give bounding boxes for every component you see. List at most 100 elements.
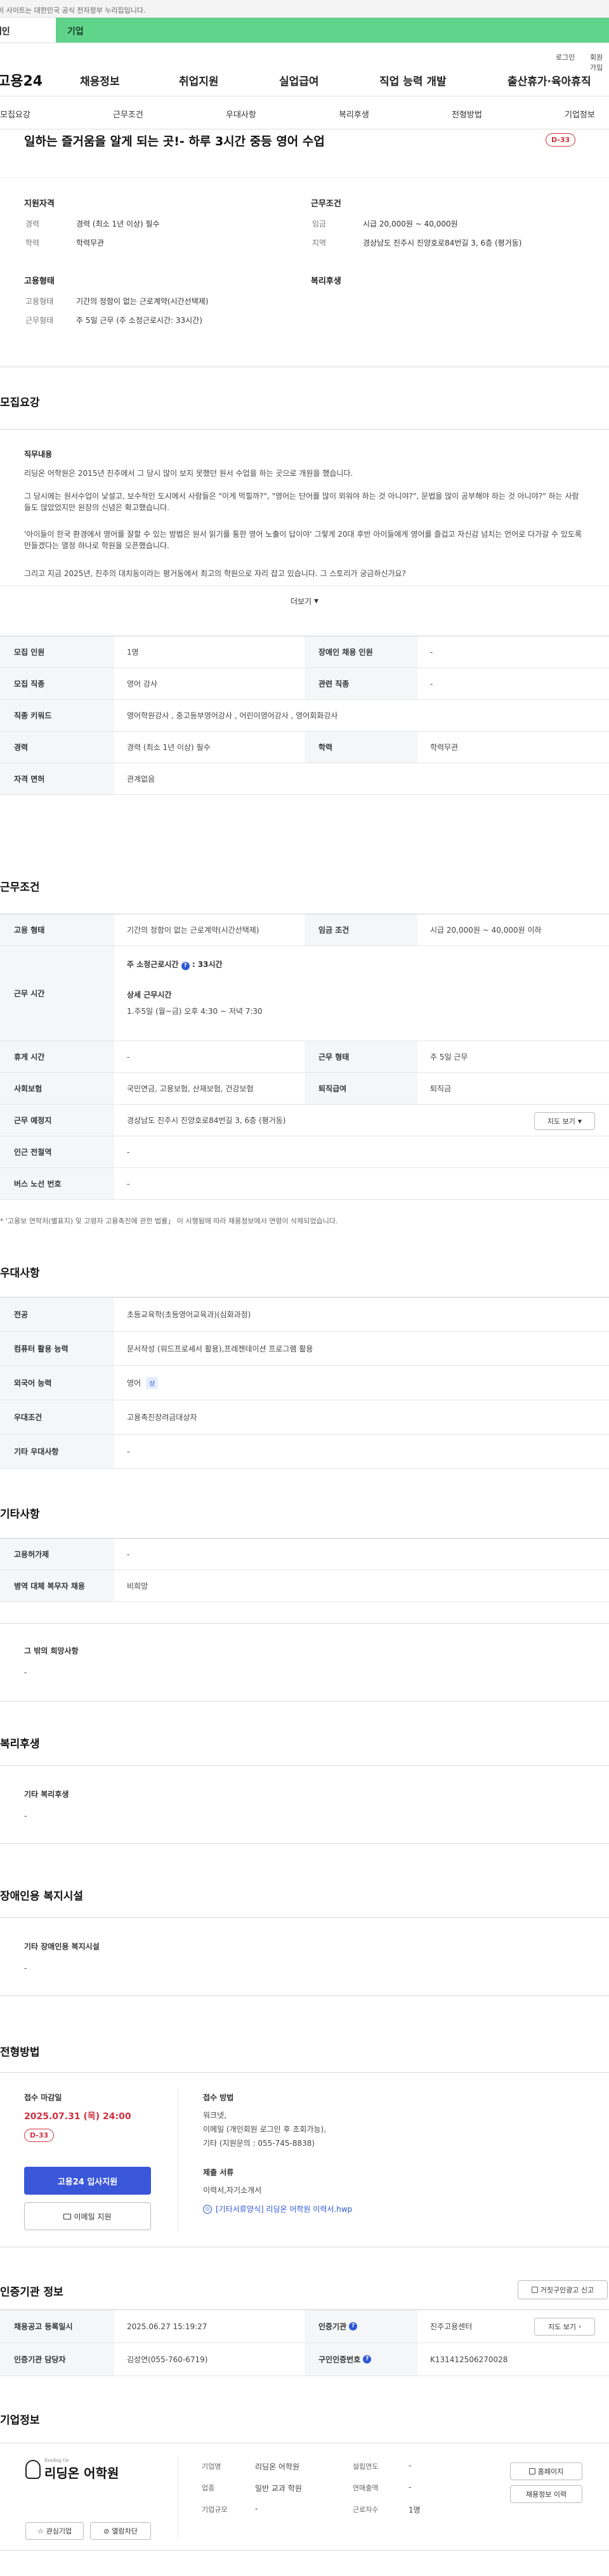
recruit-section: 모집요강 직무내용 리딩온 어학원은 2015년 진주에서 그 당시 많이 보지…: [0, 368, 609, 857]
summary-value: 시급 20,000원 ~ 40,000원: [363, 220, 458, 228]
audience-tabs: 개인 기업: [0, 18, 609, 43]
agency-map-label: 지도 보기: [548, 2323, 576, 2331]
company-label: 업종: [202, 2484, 215, 2492]
agency-table: 채용공고 등록일시 2025.06.27 15:19:27 인증기관 ? 진주고…: [0, 2310, 609, 2376]
table-row: 자격 면허 관계없음: [0, 763, 609, 795]
anchor-welfare[interactable]: 복리후생: [339, 108, 369, 120]
table-row: 우대조건 고용촉진장려금대상자: [0, 1400, 609, 1435]
gov-notice-text: 이 사이트는 대한민국 공식 전자정부 누리집입니다.: [0, 6, 146, 15]
pref-section-title: 우대사항: [0, 1267, 40, 1280]
table-header: 전공: [0, 1298, 114, 1331]
table-cell: 관계없음: [127, 775, 155, 784]
summary-label: 고용형태: [25, 297, 54, 306]
recruit-table: 모집 인원 1명 장애인 채용 인원 - 모집 직종 영어 강사 관련 직종 -…: [0, 636, 609, 795]
summary-label: 임금: [312, 220, 327, 228]
report-icon: [531, 2287, 538, 2293]
table-header: 버스 노선 번호: [0, 1168, 114, 1199]
table-header: 병역 대체 복무자 채용: [0, 1570, 114, 1601]
anchor-recruit[interactable]: 모집요강: [0, 108, 30, 120]
agency-section-title: 인증기관 정보: [0, 2286, 63, 2299]
info-icon[interactable]: ?: [363, 2355, 372, 2363]
gnb-menu-unemployment[interactable]: 실업급여: [279, 72, 319, 88]
recruit-section-title: 모집요강: [0, 397, 40, 409]
table-row: 인증기관 담당자 김성연(055-760-6719) 구인인증번호 ? K131…: [0, 2343, 609, 2376]
table-cell: 진주고용센터: [430, 2322, 473, 2331]
duty-paragraph: 그 당시에는 원서수업이 낯설고, 보수적인 도시에서 사람들은 "이게 먹힐까…: [24, 492, 579, 512]
info-icon[interactable]: ?: [349, 2322, 358, 2330]
age-notice: * '고용보 연락처(별표지) 및 고령자 고용촉진에 관한 법률」 이 시행됨…: [0, 1216, 337, 1226]
table-cell: 문서작성 (워드프로세서 활용),프레젠테이션 프로그램 활용: [127, 1344, 313, 1353]
apply-button[interactable]: 고용24 입사지원: [24, 2167, 151, 2195]
link-icon: ⊙: [203, 2204, 212, 2214]
table-row: 버스 노선 번호 -: [0, 1168, 609, 1200]
table-cell: 영어 강사: [127, 680, 157, 688]
tab-person[interactable]: 개인: [0, 18, 56, 43]
more-button[interactable]: 더보기 ▼: [0, 586, 609, 616]
table-row: 사회보험 국민연금, 고용보험, 산재보험, 건강보험 퇴직급여 퇴직금: [0, 1073, 609, 1105]
anchor-pref[interactable]: 우대사항: [226, 108, 256, 120]
table-header: 고용허가제: [0, 1539, 114, 1570]
table-row: 인근 전철역 -: [0, 1136, 609, 1168]
favorite-company-button[interactable]: ☆ 관심기업: [25, 2522, 84, 2540]
company-value: -: [255, 2504, 258, 2513]
anchor-process[interactable]: 전형방법: [452, 108, 482, 120]
map-button[interactable]: 지도 보기 ▼: [534, 1112, 595, 1130]
login-link[interactable]: 로그인: [556, 52, 575, 62]
more-label: 더보기: [290, 597, 312, 606]
form-download-label: [기타서류양식] 리딩온 어학원 이력서.hwp: [216, 2205, 353, 2214]
report-fake-ad-button[interactable]: 거짓구인광고 신고: [518, 2280, 608, 2299]
info-icon[interactable]: ?: [181, 962, 190, 970]
gnb-menu-jobs[interactable]: 채용정보: [80, 72, 120, 88]
table-row: 근무 시간 주 소정근로시간 ? : 33시간 상세 근무시간 1.주5일 (월…: [0, 946, 609, 1041]
gnb-menu-employment-support[interactable]: 취업지원: [179, 72, 219, 88]
company-section-title: 기업정보: [0, 2414, 40, 2427]
gnb-menu-training[interactable]: 직업 능력 개발: [379, 72, 447, 88]
company-label: 기업명: [202, 2462, 221, 2471]
deadline-value: 2025.07.31 (목) 24:00: [24, 2112, 131, 2122]
table-row: 모집 직종 영어 강사 관련 직종 -: [0, 668, 609, 700]
company-logo: Reading On 리딩온 어학원: [25, 2457, 119, 2481]
method-item: 이메일 (개인회원 로그인 후 조회가능),: [203, 2125, 327, 2134]
dday-badge: D-33: [24, 2129, 55, 2142]
table-row: 채용공고 등록일시 2025.06.27 15:19:27 인증기관 ? 진주고…: [0, 2310, 609, 2343]
homepage-button[interactable]: 홈페이지: [510, 2462, 582, 2480]
table-cell: -: [127, 1052, 130, 1061]
anchor-work[interactable]: 근무조건: [113, 108, 143, 120]
cert-number-label: 구인인증번호: [318, 2355, 361, 2364]
table-header: 컴퓨터 활용 능력: [0, 1332, 114, 1365]
weekly-hours-label: 주 소정근로시간: [127, 960, 179, 969]
global-nav: 고용24 채용정보 취업지원 실업급여 직업 능력 개발 출산휴가·육아휴직: [0, 66, 609, 96]
table-row: 경력 경력 (최소 1년 이상) 필수 학력 학력무관: [0, 732, 609, 763]
chevron-down-icon: ▼: [577, 1118, 582, 1124]
disability-section-title: 장애인용 복지시설: [0, 1890, 84, 1903]
tab-corp[interactable]: 기업: [56, 18, 609, 43]
table-header: 학력: [304, 732, 417, 763]
duty-paragraph: 리딩온 어학원은 2015년 진주에서 그 당시 많이 보지 못했던 원서 수업…: [24, 469, 353, 478]
table-cell: 2025.06.27 15:19:27: [127, 2322, 207, 2331]
docs-title: 제출 서류: [203, 2168, 234, 2177]
star-icon: ☆: [37, 2527, 44, 2535]
gnb-menu-leave[interactable]: 출산휴가·육아휴직: [508, 72, 591, 88]
summary-value: 경력 (최소 1년 이상) 필수: [76, 220, 160, 228]
agency-section: 인증기관 정보 거짓구인광고 신고 채용공고 등록일시 2025.06.27 1…: [0, 2259, 609, 2398]
job-history-button[interactable]: 채용정보 이력: [510, 2485, 582, 2503]
table-row: 외국어 능력 영어 상: [0, 1366, 609, 1400]
table-row: 병역 대체 복무자 채용 비희망: [0, 1570, 609, 1602]
weekly-hours-value: : 33시간: [192, 960, 223, 969]
table-cell: 경상남도 진주시 진양호로84번길 3, 6층 (평거동): [127, 1116, 286, 1125]
section-anchor-nav: 모집요강 근무조건 우대사항 복리후생 전형방법 기업정보: [0, 96, 609, 129]
table-header: 퇴직급여: [304, 1073, 417, 1104]
agency-map-button[interactable]: 지도 보기 ›: [534, 2318, 595, 2336]
block-view-button[interactable]: ⊘ 열람차단: [90, 2522, 151, 2540]
email-apply-button[interactable]: 이메일 지원: [24, 2202, 151, 2230]
table-cell: -: [127, 1179, 130, 1188]
process-section-title: 전형방법: [0, 2046, 40, 2059]
table-cell: 1명: [127, 648, 139, 657]
site-logo[interactable]: 고용24: [0, 70, 43, 90]
table-header: 근무 예정지: [0, 1105, 114, 1136]
anchor-company[interactable]: 기업정보: [565, 108, 595, 120]
language-value: 영어: [127, 1379, 141, 1388]
table-cell: -: [127, 1447, 130, 1456]
table-cell: -: [430, 647, 433, 657]
form-download-link[interactable]: ⊙ [기타서류양식] 리딩온 어학원 이력서.hwp: [203, 2204, 352, 2214]
